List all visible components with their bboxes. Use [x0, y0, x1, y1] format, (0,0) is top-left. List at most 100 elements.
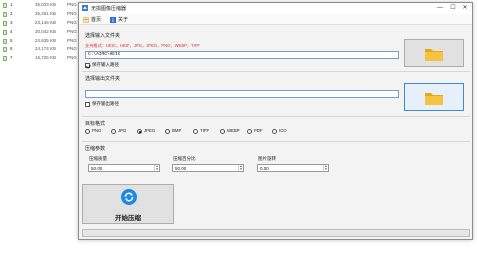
section-divider — [82, 116, 470, 117]
format-label-bmp: BMP — [172, 128, 182, 133]
folder-icon — [425, 49, 443, 61]
file-name: 6 — [10, 46, 13, 51]
format-radio-pdf[interactable] — [247, 129, 252, 134]
file-size: 26,261 KB — [35, 11, 57, 16]
minimize-button[interactable]: — — [434, 4, 446, 13]
app-logo-icon — [82, 5, 88, 11]
image-file-icon — [3, 56, 7, 61]
file-type: PNG — [67, 29, 77, 34]
percent-spinbox[interactable]: 50.00 ▲ ▼ — [172, 164, 244, 172]
save-input-path-checkbox[interactable] — [85, 63, 90, 68]
percent-label: 压缩百分比 — [173, 156, 196, 161]
file-size: 16,725 KB — [35, 55, 57, 60]
rotate-value: 0.00 — [260, 166, 269, 171]
image-file-icon — [3, 30, 7, 35]
format-radio-bmp[interactable] — [165, 129, 170, 134]
format-label-jpeg: JPEG — [144, 128, 156, 133]
window-title: 无损图像压缩器 — [91, 6, 127, 12]
home-icon — [83, 16, 89, 23]
down-arrow-icon[interactable]: ▼ — [155, 168, 159, 171]
format-radio-jpeg[interactable] — [137, 129, 142, 134]
save-output-path-label: 保存输出路径 — [92, 101, 119, 106]
file-name: 2 — [10, 11, 13, 16]
rotate-stepper[interactable]: ▲ ▼ — [323, 165, 328, 171]
format-label-ico: ICO — [279, 128, 287, 133]
menu-home-label: 首页 — [91, 17, 102, 23]
image-file-icon — [3, 3, 7, 8]
file-type: PNG — [67, 55, 77, 60]
image-file-icon — [3, 39, 7, 44]
section-divider — [82, 71, 470, 72]
file-row[interactable]: 7 16,725 KB PNG — [3, 55, 79, 63]
file-size: 24,174 KB — [35, 46, 57, 51]
section-divider — [82, 141, 470, 142]
quality-spinbox[interactable]: 50.00 ▲ ▼ — [88, 164, 160, 172]
file-size: 24,635 KB — [35, 38, 57, 43]
browse-input-button[interactable] — [404, 39, 464, 67]
close-button[interactable]: ✕ — [459, 4, 471, 13]
rotate-label: 图片旋转 — [258, 156, 276, 161]
format-radio-ico[interactable] — [272, 129, 277, 134]
file-size: 35,033 KB — [35, 2, 57, 7]
file-row[interactable]: 3 23,146 KB PNG — [3, 20, 79, 28]
maximize-button[interactable]: ☐ — [447, 4, 459, 13]
input-folder-path[interactable]: C:\AIMG\HEIC — [85, 51, 399, 59]
down-arrow-icon[interactable]: ▼ — [239, 168, 243, 171]
format-radio-tiff[interactable] — [193, 129, 198, 134]
save-output-path-checkbox[interactable] — [85, 102, 90, 107]
quality-value: 50.00 — [91, 166, 103, 171]
menu-about-label: 关于 — [118, 17, 129, 23]
down-arrow-icon[interactable]: ▼ — [324, 168, 328, 171]
format-label-jpg: JPG — [118, 128, 127, 133]
input-folder-path-value: C:\AIMG\HEIC — [88, 52, 121, 57]
save-input-path-label: 保存输入路径 — [92, 62, 119, 67]
format-radio-jpg[interactable] — [111, 129, 116, 134]
info-icon — [110, 16, 116, 23]
format-label-pdf: PDF — [254, 128, 263, 133]
app-window: 无损图像压缩器 — ☐ ✕ 首页 关于 选择输入文件夹 支持格式：HEIC，HE… — [78, 2, 473, 240]
file-row[interactable]: 5 24,635 KB PNG — [3, 38, 79, 46]
rotate-spinbox[interactable]: 0.00 ▲ ▼ — [257, 164, 329, 172]
file-name: 3 — [10, 20, 13, 25]
supported-formats-hint: 支持格式：HEIC，HEIF，JPG，JPEG，PNG，WEBP，TIFF — [85, 43, 200, 48]
input-folder-label: 选择输入文件夹 — [85, 33, 121, 39]
file-type: PNG — [67, 46, 77, 51]
file-row[interactable]: 1 35,033 KB PNG — [3, 2, 79, 10]
progress-bar — [82, 229, 470, 237]
file-row[interactable]: 4 20,042 KB PNG — [3, 29, 79, 37]
format-radio-webp[interactable] — [220, 129, 225, 134]
file-name: 7 — [10, 55, 13, 60]
output-folder-path[interactable] — [85, 90, 399, 98]
start-compress-button[interactable]: 开始压缩 — [82, 184, 174, 224]
file-row[interactable]: 2 26,261 KB PNG — [3, 11, 79, 19]
format-label-png: PNG — [92, 128, 102, 133]
menu-about[interactable]: 关于 — [110, 16, 128, 24]
image-file-icon — [3, 12, 7, 17]
file-type: PNG — [67, 11, 77, 16]
file-name: 5 — [10, 38, 13, 43]
target-format-label: 目标格式 — [85, 121, 106, 127]
menu-bar: 首页 关于 — [79, 14, 472, 25]
quality-stepper[interactable]: ▲ ▼ — [154, 165, 159, 171]
format-label-tiff: TIFF — [200, 128, 210, 133]
file-size: 20,042 KB — [35, 29, 57, 34]
file-name: 4 — [10, 29, 13, 34]
image-file-icon — [3, 47, 7, 52]
file-type: PNG — [67, 38, 77, 43]
browse-output-button[interactable] — [404, 83, 464, 111]
file-type: PNG — [67, 20, 77, 25]
format-label-webp: WEBP — [227, 128, 240, 133]
format-radio-png[interactable] — [85, 129, 90, 134]
file-row[interactable]: 6 24,174 KB PNG — [3, 46, 79, 54]
output-folder-label: 选择输出文件夹 — [85, 76, 121, 82]
compression-params-label: 压缩参数 — [85, 146, 106, 152]
file-name: 1 — [10, 2, 13, 7]
percent-value: 50.00 — [175, 166, 187, 171]
start-compress-label: 开始压缩 — [115, 215, 141, 222]
percent-stepper[interactable]: ▲ ▼ — [238, 165, 243, 171]
image-file-icon — [3, 21, 7, 26]
file-type: PNG — [67, 2, 77, 7]
folder-icon — [425, 93, 443, 105]
menu-home[interactable]: 首页 — [83, 16, 101, 24]
title-bar[interactable]: 无损图像压缩器 — ☐ ✕ — [79, 3, 472, 14]
